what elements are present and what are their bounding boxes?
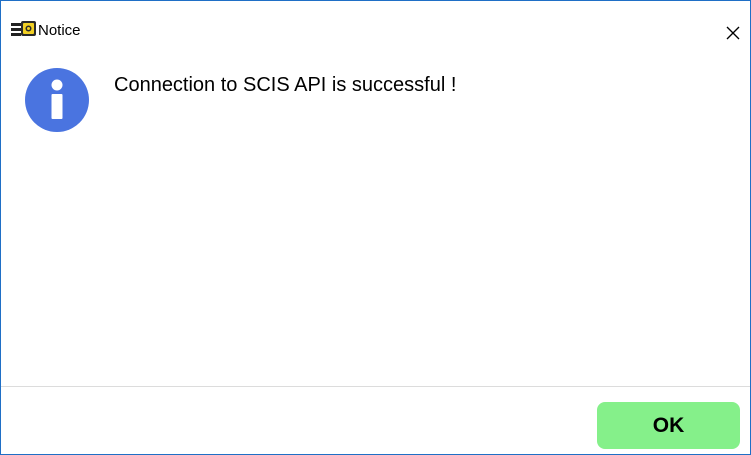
notice-dialog: Notice Connection to SCIS API is success… xyxy=(0,0,751,455)
close-button[interactable] xyxy=(716,13,750,43)
title-bar: Notice xyxy=(1,1,750,40)
info-icon xyxy=(25,68,89,132)
window-title: Notice xyxy=(38,22,81,39)
ok-button[interactable]: OK xyxy=(597,402,740,449)
close-icon xyxy=(726,26,740,40)
dialog-message: Connection to SCIS API is successful ! xyxy=(114,74,457,96)
app-logo-icon xyxy=(11,21,37,39)
